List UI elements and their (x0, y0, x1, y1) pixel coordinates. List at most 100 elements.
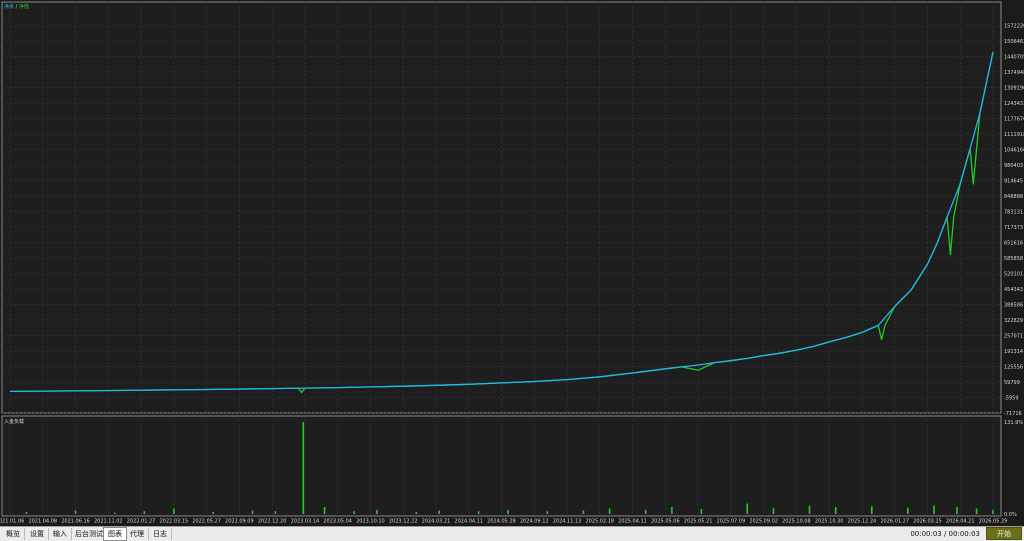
deposit-load-bar (353, 511, 355, 514)
x-tick-label: 2022.09.09 (225, 519, 254, 525)
x-tick-label: 2022.12.20 (258, 519, 287, 525)
sub-y-tick-label: 131.9% (1004, 420, 1023, 426)
y-tick-label: 257071 (1004, 333, 1023, 339)
x-tick-label: 2026.04.21 (946, 519, 975, 525)
deposit-load-bar (992, 509, 994, 514)
x-tick-label: 2024.03.21 (422, 519, 451, 525)
deposit-load-bar (870, 506, 873, 514)
x-tick-label: 2025.07.09 (717, 519, 746, 525)
x-tick-label: 2022.03.15 (160, 519, 189, 525)
x-tick-label: 2023.10.10 (356, 519, 385, 525)
legend-separator: / (15, 4, 18, 10)
deposit-load-bar (251, 510, 254, 514)
deposit-load-bar (700, 509, 703, 514)
y-tick-label: 585858 (1004, 256, 1023, 262)
deposit-load-bar (143, 511, 146, 514)
x-tick-label: 2025.05.21 (684, 519, 713, 525)
y-tick-label: 717373 (1004, 225, 1023, 231)
y-tick-label: 1309190 (1004, 85, 1024, 91)
x-tick-label: 2024.09.12 (520, 519, 549, 525)
deposit-load-bar (808, 505, 811, 514)
y-tick-label: 1440705 (1004, 54, 1024, 60)
x-tick-label: 2026.05.29 (979, 519, 1008, 525)
deposit-load-bar (274, 511, 277, 514)
deposit-load-bar (25, 511, 28, 514)
tab-overview[interactable]: 概览 (2, 528, 25, 540)
x-tick-label: 2025.02.18 (585, 519, 614, 525)
y-tick-label: 1506462 (1004, 39, 1024, 45)
x-tick-label: 2024.05.28 (487, 519, 516, 525)
y-tick-label: 125556 (1004, 364, 1023, 370)
x-tick-label: 2022.01.27 (127, 519, 156, 525)
y-tick-label: 1046160 (1004, 147, 1024, 153)
deposit-load-bar (114, 512, 116, 514)
legend-balance: 净余 (4, 4, 15, 10)
x-tick-label: 2025.09.02 (749, 519, 778, 525)
x-tick-label: 2023.03.14 (291, 519, 320, 525)
deposit-load-bar (415, 511, 418, 514)
deposit-load-bar (507, 509, 509, 514)
deposit-load-bar (772, 507, 775, 514)
x-tick-label: 2025.10.30 (815, 519, 844, 525)
y-tick-label: 783131 (1004, 209, 1023, 215)
x-tick-label: 2024.04.11 (454, 519, 483, 525)
tab-settings[interactable]: 设置 (26, 528, 49, 540)
y-tick-label: 651616 (1004, 240, 1023, 246)
x-tick-label: 2025.12.24 (848, 519, 877, 525)
deposit-load-bar (302, 422, 305, 514)
deposit-load-bar (933, 505, 935, 514)
deposit-load-bar (746, 503, 749, 514)
deposit-load-bar (834, 507, 837, 514)
y-tick-label: 1572220 (1004, 23, 1024, 29)
start-button[interactable]: 开始 (986, 527, 1022, 540)
x-tick-label: 2025.05.06 (651, 519, 680, 525)
y-tick-label: 848888 (1004, 194, 1023, 200)
x-tick-label: 2025.04.11 (618, 519, 647, 525)
elapsed-timer: 00:00:03 / 00:00:03 (910, 530, 980, 538)
deposit-load-bar (74, 510, 77, 514)
y-tick-label: 191314 (1004, 349, 1023, 355)
x-tick-label: 2021.04.08 (28, 519, 57, 525)
deposit-load-bar (323, 507, 326, 514)
tab-journal[interactable]: 日志 (149, 528, 172, 540)
deposit-load-bar (644, 509, 647, 514)
y-tick-label: 454343 (1004, 287, 1023, 293)
deposit-load-bar (975, 508, 978, 514)
x-tick-label: 2021.01.06 (0, 519, 24, 525)
deposit-load-bar (438, 510, 441, 514)
x-tick-label: 2021.11.02 (94, 519, 123, 525)
x-tick-label: 2022.05.27 (192, 519, 221, 525)
y-tick-label: 388586 (1004, 302, 1023, 308)
x-tick-label: 2021.06.16 (61, 519, 90, 525)
tab-inputs[interactable]: 输入 (49, 528, 72, 540)
deposit-load-bar (376, 509, 378, 514)
y-tick-label: 59799 (1004, 380, 1020, 386)
deposit-load-bar (956, 507, 958, 514)
x-tick-label: 2023.12.22 (389, 519, 418, 525)
tab-chart[interactable]: 图表 (103, 527, 127, 541)
chart-legend: 净余 / 净值 (4, 3, 29, 10)
deposit-load-bar (212, 511, 214, 514)
deposit-load-bar (173, 508, 175, 514)
tab-agents[interactable]: 代理 (126, 528, 149, 540)
y-tick-label: 1243433 (1004, 101, 1024, 107)
bottom-tab-bar: 概览 设置 输入 后台测试 图表 代理 日志 00:00:03 / 00:00:… (0, 526, 1024, 541)
x-tick-label: 2023.05.04 (323, 519, 352, 525)
legend-equity: 净值 (18, 4, 29, 10)
y-tick-label: 980403 (1004, 163, 1023, 169)
x-tick-label: 2026.03.25 (913, 519, 942, 525)
x-tick-label: 2025.10.08 (782, 519, 811, 525)
deposit-load-bar (907, 507, 909, 514)
y-tick-label: 322829 (1004, 318, 1023, 324)
deposit-load-bar (477, 511, 480, 514)
y-tick-label: 1177676 (1004, 116, 1024, 122)
chart-area: 1572220 1506462 1440705 1374948 1309190 12434… (0, 0, 1024, 525)
deposit-load-bar (546, 511, 549, 514)
sub-chart-label: 入金负载 (4, 419, 25, 425)
chart-svg: 1572220 1506462 1440705 1374948 1309190 12434… (0, 1, 1024, 525)
y-tick-label: -71716 (1004, 411, 1022, 417)
deposit-load-bar (582, 510, 585, 514)
y-tick-label: -5959 (1004, 395, 1019, 401)
deposit-load-bar (671, 507, 673, 514)
y-tick-label: 1374948 (1004, 70, 1024, 76)
